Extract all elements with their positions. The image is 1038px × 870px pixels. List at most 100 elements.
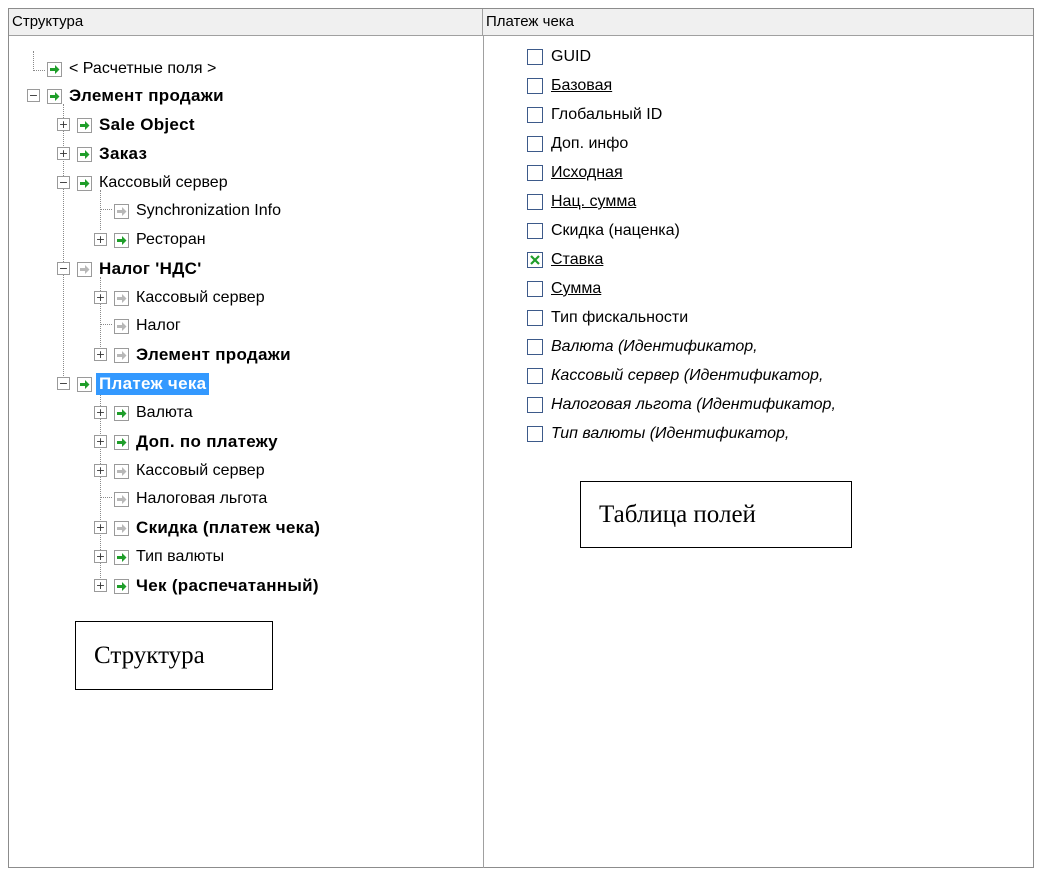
- collapse-toggle[interactable]: −: [57, 176, 70, 189]
- tree-node-sale-object[interactable]: Sale Object: [77, 111, 198, 139]
- field-checkbox[interactable]: [527, 78, 543, 94]
- green-arrow-icon: [114, 434, 129, 450]
- tree-node-label: < Расчетные поля >: [69, 60, 217, 77]
- structure-column-header[interactable]: Структура: [9, 9, 483, 36]
- field-checkbox[interactable]: [527, 136, 543, 152]
- tree-node-label: Кассовый сервер: [136, 462, 265, 479]
- field-label: Глобальный ID: [551, 106, 663, 123]
- tree-node-label: Synchronization Info: [136, 202, 281, 219]
- tree-node-cash-server[interactable]: Кассовый сервер: [77, 169, 231, 197]
- field-row[interactable]: Глобальный ID: [527, 101, 662, 129]
- expand-toggle[interactable]: +: [94, 233, 107, 246]
- field-row[interactable]: Базовая: [527, 72, 612, 100]
- expand-toggle[interactable]: +: [57, 118, 70, 131]
- field-row[interactable]: GUID: [527, 43, 591, 71]
- field-label: Исходная: [551, 164, 623, 181]
- field-row[interactable]: Тип фискальности: [527, 304, 688, 332]
- field-checkbox[interactable]: [527, 426, 543, 442]
- field-row[interactable]: Доп. инфо: [527, 130, 628, 158]
- tree-node-label: Кассовый сервер: [99, 174, 228, 191]
- tree-node-receipt-payment[interactable]: Платеж чека: [77, 370, 210, 398]
- tree-node-order[interactable]: Заказ: [77, 140, 150, 168]
- expand-toggle[interactable]: +: [94, 406, 107, 419]
- tree-node-sale-item[interactable]: Элемент продажи: [114, 341, 294, 369]
- field-checkbox[interactable]: [527, 107, 543, 123]
- expand-toggle[interactable]: +: [94, 291, 107, 304]
- tree-node-cash-server[interactable]: Кассовый сервер: [114, 457, 268, 485]
- tree-node-cash-server[interactable]: Кассовый сервер: [114, 284, 268, 312]
- tree-node-payment-extra[interactable]: Доп. по платежу: [114, 428, 281, 456]
- tree-connector: [100, 324, 112, 325]
- field-row[interactable]: Кассовый сервер (Идентификатор,: [527, 362, 823, 390]
- field-row[interactable]: Валюта (Идентификатор,: [527, 333, 758, 361]
- tree-node-label: Элемент продажи: [136, 345, 291, 364]
- tree-node-label: Платеж чека: [96, 373, 210, 395]
- tree-node-synchronization-info[interactable]: Synchronization Info: [114, 197, 284, 225]
- field-checkbox[interactable]: [527, 223, 543, 239]
- tree-node-restaurant[interactable]: Ресторан: [114, 226, 209, 254]
- expand-toggle[interactable]: +: [57, 147, 70, 160]
- tree-node-label: Налоговая льгота: [136, 490, 268, 507]
- tree-node-sale-item[interactable]: Элемент продажи: [47, 82, 227, 110]
- tree-node-tax[interactable]: Налог: [114, 312, 184, 340]
- field-label: Тип валюты (Идентификатор,: [551, 425, 790, 442]
- expand-toggle[interactable]: +: [94, 464, 107, 477]
- field-row[interactable]: Скидка (наценка): [527, 217, 680, 245]
- field-checkbox[interactable]: [527, 310, 543, 326]
- tree-node-label: Заказ: [99, 144, 148, 163]
- expand-toggle[interactable]: +: [94, 348, 107, 361]
- field-checkbox[interactable]: [527, 368, 543, 384]
- expand-toggle[interactable]: +: [94, 550, 107, 563]
- expand-toggle[interactable]: +: [94, 435, 107, 448]
- tree-node-label: Sale Object: [99, 115, 195, 134]
- collapse-toggle[interactable]: −: [27, 89, 40, 102]
- field-checkbox[interactable]: [527, 397, 543, 413]
- field-row[interactable]: Сумма: [527, 275, 601, 303]
- field-row[interactable]: Исходная: [527, 159, 623, 187]
- green-arrow-icon: [77, 175, 92, 191]
- tree-node-discount[interactable]: Скидка (платеж чека): [114, 514, 323, 542]
- expand-toggle[interactable]: +: [94, 521, 107, 534]
- collapse-toggle[interactable]: −: [57, 377, 70, 390]
- grey-arrow-icon: [77, 261, 92, 277]
- tree-node-calculated-fields[interactable]: < Расчетные поля >: [47, 55, 219, 83]
- field-checkbox[interactable]: [527, 194, 543, 210]
- fields-column-header[interactable]: Платеж чека: [483, 9, 1033, 36]
- field-checkbox[interactable]: [527, 49, 543, 65]
- field-row[interactable]: Тип валюты (Идентификатор,: [527, 420, 789, 448]
- grey-arrow-icon: [114, 491, 129, 507]
- field-label: Базовая: [551, 77, 613, 94]
- grey-arrow-icon: [114, 463, 129, 479]
- tree-connector: [100, 209, 112, 210]
- structure-editor-window: Структура Платеж чека < Расчетные поля >…: [8, 8, 1034, 868]
- panel-splitter[interactable]: [483, 36, 484, 868]
- tree-node-currency-type[interactable]: Тип валюты: [114, 543, 227, 571]
- field-row[interactable]: Налоговая льгота (Идентификатор,: [527, 391, 836, 419]
- field-label: Сумма: [551, 280, 602, 297]
- field-checkbox[interactable]: [527, 339, 543, 355]
- field-checkbox[interactable]: [527, 281, 543, 297]
- field-row[interactable]: Ставка: [527, 246, 603, 274]
- tree-connector: [100, 497, 112, 498]
- tree-node-label: Налог 'НДС': [99, 259, 202, 278]
- green-arrow-icon: [114, 405, 129, 421]
- expand-toggle[interactable]: +: [94, 579, 107, 592]
- field-checkbox-checked[interactable]: [527, 252, 543, 268]
- field-row[interactable]: Нац. сумма: [527, 188, 636, 216]
- green-arrow-icon: [47, 88, 62, 104]
- field-checkbox[interactable]: [527, 165, 543, 181]
- tree-node-vat-tax[interactable]: Налог 'НДС': [77, 255, 205, 283]
- collapse-toggle[interactable]: −: [57, 262, 70, 275]
- grey-arrow-icon: [114, 318, 129, 334]
- tree-node-label: Элемент продажи: [69, 86, 224, 105]
- green-arrow-icon: [77, 117, 92, 133]
- grey-arrow-icon: [114, 203, 129, 219]
- tree-node-tax-benefit[interactable]: Налоговая льгота: [114, 485, 270, 513]
- field-label: Нац. сумма: [551, 193, 637, 210]
- tree-node-label: Налог: [136, 317, 181, 334]
- grey-arrow-icon: [114, 347, 129, 363]
- tree-node-currency[interactable]: Валюта: [114, 399, 196, 427]
- tree-node-printed-check[interactable]: Чек (распечатанный): [114, 572, 322, 600]
- tree-node-label: Доп. по платежу: [136, 432, 278, 451]
- field-label: Налоговая льгота (Идентификатор,: [551, 396, 836, 413]
